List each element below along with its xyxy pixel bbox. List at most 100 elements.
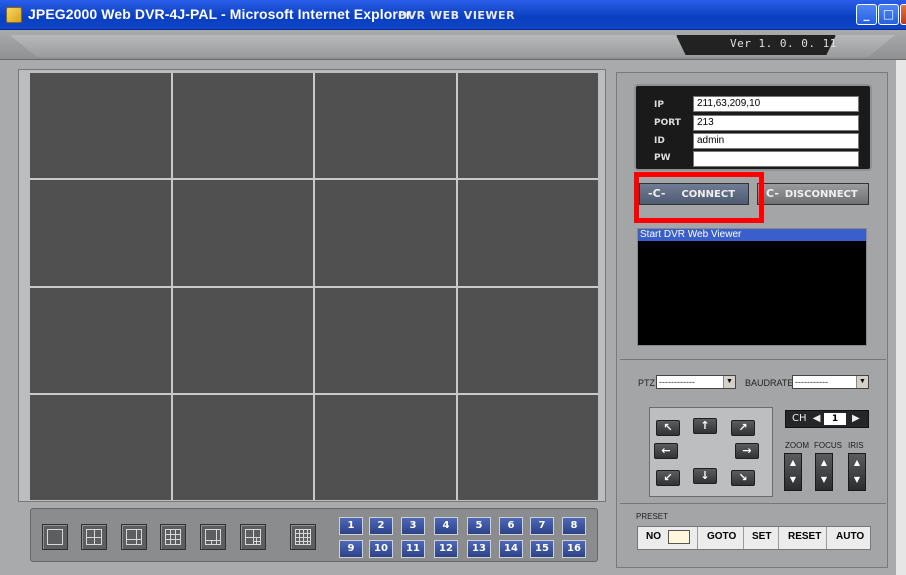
channel-button-15[interactable]: 15	[530, 540, 554, 558]
ptz-select-value: ------------	[659, 377, 695, 387]
version-label: Ver 1. 0. 0. 11	[730, 37, 837, 50]
pw-label: PW	[654, 153, 671, 163]
arrow-down-icon[interactable]: ↓	[693, 468, 717, 484]
arrow-up-right-icon[interactable]: ↗	[731, 420, 755, 436]
split-4-icon[interactable]	[81, 524, 107, 550]
video-cell-12[interactable]	[457, 287, 598, 393]
video-cell-16[interactable]	[457, 394, 598, 500]
channel-button-3[interactable]: 3	[401, 517, 425, 535]
zoom-in-icon[interactable]: ▲	[785, 454, 801, 471]
split-1-icon[interactable]	[42, 524, 68, 550]
channel-button-6[interactable]: 6	[499, 517, 523, 535]
video-cell-6[interactable]	[172, 180, 313, 286]
split-16-icon[interactable]	[290, 524, 316, 550]
zoom-out-icon[interactable]: ▼	[785, 471, 801, 488]
panel-divider	[620, 503, 886, 504]
baudrates-select[interactable]: ----------- ▼	[792, 375, 869, 389]
preset-separator	[697, 527, 698, 549]
ip-input[interactable]: 211,63,209,10	[693, 96, 859, 112]
arrow-down-left-icon[interactable]: ↙	[656, 470, 680, 486]
arrow-up-icon[interactable]: ↑	[693, 418, 717, 434]
arrow-left-icon[interactable]: ←	[654, 443, 678, 459]
focus-near-icon[interactable]: ▲	[816, 454, 832, 471]
channel-button-7[interactable]: 7	[530, 517, 554, 535]
reset-button[interactable]: RESET	[788, 531, 821, 542]
focus-control[interactable]: ▲ ▼	[815, 453, 833, 491]
channel-button-2[interactable]: 2	[369, 517, 393, 535]
preset-no-label: NO	[646, 531, 661, 542]
id-input[interactable]: admin	[693, 133, 859, 149]
split-10-icon[interactable]	[240, 524, 266, 550]
video-cell-1[interactable]	[30, 73, 171, 179]
chevron-down-icon: ▼	[856, 376, 868, 388]
channel-button-12[interactable]: 12	[434, 540, 458, 558]
channel-button-10[interactable]: 10	[369, 540, 393, 558]
video-grid	[30, 73, 598, 500]
disconnect-button[interactable]: C- DISCONNECT	[757, 183, 869, 205]
video-cell-10[interactable]	[172, 287, 313, 393]
zoom-control[interactable]: ▲ ▼	[784, 453, 802, 491]
log-panel	[637, 228, 867, 346]
channel-button-13[interactable]: 13	[467, 540, 491, 558]
video-cell-2[interactable]	[172, 73, 313, 179]
app-title: DVR WEB VIEWER	[398, 9, 516, 22]
video-cell-3[interactable]	[315, 73, 456, 179]
arrow-right-icon[interactable]: →	[735, 443, 759, 459]
quad-view-glyph	[86, 529, 102, 545]
iris-close-icon[interactable]: ▼	[849, 471, 865, 488]
channel-button-4[interactable]: 4	[434, 517, 458, 535]
channel-button-9[interactable]: 9	[339, 540, 363, 558]
set-button[interactable]: SET	[752, 531, 771, 542]
auto-button[interactable]: AUTO	[836, 531, 864, 542]
video-cell-8[interactable]	[457, 180, 598, 286]
nine-view-glyph	[165, 529, 181, 545]
video-cell-13[interactable]	[30, 394, 171, 500]
split-6-icon[interactable]	[121, 524, 147, 550]
preset-separator	[743, 527, 744, 549]
close-button[interactable]	[900, 4, 906, 25]
port-input[interactable]: 213	[693, 115, 859, 131]
disconnect-label: DISCONNECT	[784, 189, 858, 200]
channel-button-8[interactable]: 8	[562, 517, 586, 535]
pw-input[interactable]	[693, 151, 859, 167]
channel-button-16[interactable]: 16	[562, 540, 586, 558]
video-cell-5[interactable]	[30, 180, 171, 286]
preset-separator	[826, 527, 827, 549]
channel-button-5[interactable]: 5	[467, 517, 491, 535]
arrow-down-right-icon[interactable]: ↘	[731, 470, 755, 486]
iris-label: IRIS	[848, 441, 864, 450]
video-cell-7[interactable]	[315, 180, 456, 286]
page-scrollbar[interactable]	[896, 60, 906, 575]
ptz-select[interactable]: ------------ ▼	[656, 375, 736, 389]
panel-divider	[620, 359, 886, 360]
chevron-right-icon[interactable]: ▶	[852, 411, 860, 427]
iris-control[interactable]: ▲ ▼	[848, 453, 866, 491]
ptz-label: PTZ	[638, 378, 655, 388]
channel-button-1[interactable]: 1	[339, 517, 363, 535]
video-cell-15[interactable]	[315, 394, 456, 500]
video-cell-14[interactable]	[172, 394, 313, 500]
chevron-left-icon[interactable]: ◀	[813, 413, 821, 424]
arrow-up-left-icon[interactable]: ↖	[656, 420, 680, 436]
iris-open-icon[interactable]: ▲	[849, 454, 865, 471]
video-cell-9[interactable]	[30, 287, 171, 393]
goto-button[interactable]: GOTO	[707, 531, 736, 542]
split-9-icon[interactable]	[160, 524, 186, 550]
zoom-label: ZOOM	[785, 441, 809, 450]
minimize-button[interactable]: _	[856, 4, 877, 25]
single-view-glyph	[47, 529, 63, 545]
maximize-button[interactable]: □	[878, 4, 899, 25]
channel-number: 1	[824, 413, 846, 425]
split-8-icon[interactable]	[200, 524, 226, 550]
eight-view-glyph	[205, 529, 221, 545]
video-cell-4[interactable]	[457, 73, 598, 179]
log-line: Start DVR Web Viewer	[638, 229, 866, 241]
video-cell-11[interactable]	[315, 287, 456, 393]
channel-button-11[interactable]: 11	[401, 540, 425, 558]
window-title: JPEG2000 Web DVR-4J-PAL - Microsoft Inte…	[28, 6, 412, 22]
focus-far-icon[interactable]: ▼	[816, 471, 832, 488]
preset-label: PRESET	[636, 512, 669, 521]
six-view-glyph	[126, 529, 142, 545]
preset-number-input[interactable]	[668, 530, 690, 544]
channel-button-14[interactable]: 14	[499, 540, 523, 558]
